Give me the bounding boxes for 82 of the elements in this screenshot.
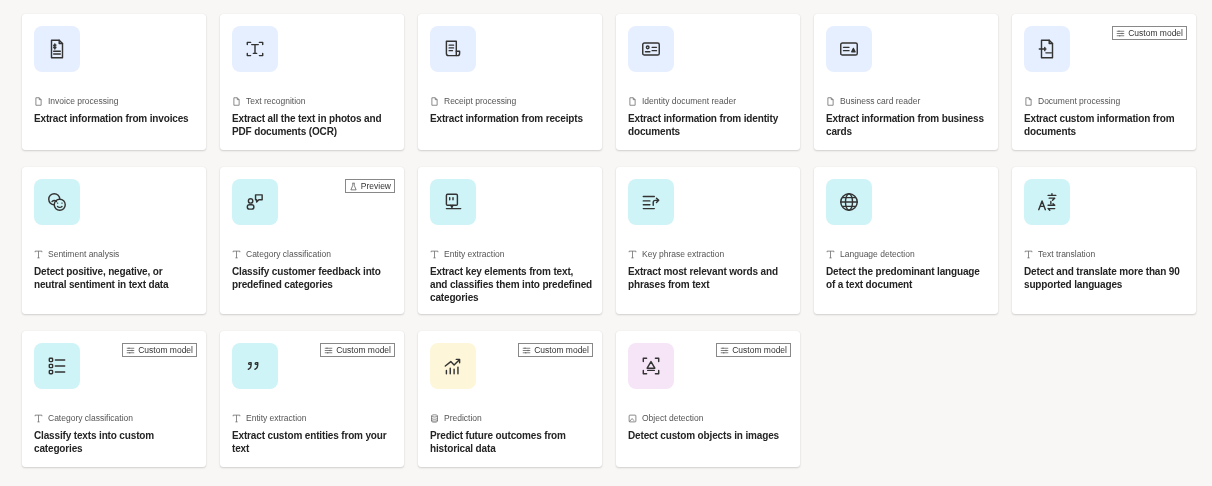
document-icon xyxy=(430,96,439,106)
badge-label: Preview xyxy=(360,181,391,191)
model-card[interactable]: Entity extraction Extract key elements from text, and classifies them into predefined categories xyxy=(418,167,602,314)
model-card[interactable]: Text recognition Extract all the text in photos and PDF documents (OCR) xyxy=(220,14,404,150)
document-icon xyxy=(232,96,241,106)
document-icon xyxy=(826,96,835,106)
card-description: Extract most relevant words and phrases from text xyxy=(628,265,779,291)
card-description: Detect the predominant language of a text document xyxy=(826,265,981,291)
text-icon xyxy=(430,249,439,259)
category-label: Category classification xyxy=(246,249,332,259)
model-card[interactable]: Preview Category classification Classify customer feedback into predefined categories xyxy=(220,167,404,314)
card-description: Extract key elements from text, and classifies them into predefined categories xyxy=(430,265,592,304)
text-icon xyxy=(34,249,43,259)
model-card[interactable]: Identity document reader Extract information from identity documents xyxy=(616,14,800,150)
text-icon xyxy=(34,413,43,423)
category-label: Entity extraction xyxy=(246,413,307,423)
category-label: Sentiment analysis xyxy=(48,249,120,259)
text-icon xyxy=(826,249,835,259)
badge-label: Custom model xyxy=(138,345,193,355)
model-card[interactable]: Custom model Entity extraction Extract custom entities from your text xyxy=(220,331,404,467)
category-label: Object detection xyxy=(642,413,704,423)
model-card[interactable]: Sentiment analysis Detect positive, negative, or neutral sentiment in text data xyxy=(22,167,206,314)
model-card[interactable]: Invoice processing Extract information from invoices xyxy=(22,14,206,150)
model-card[interactable]: Custom model Document processing Extract custom information from documents xyxy=(1012,14,1196,150)
card-description: Detect and translate more than 90 supported languages xyxy=(1024,265,1181,291)
category-label: Business card reader xyxy=(840,96,921,106)
model-card[interactable]: Custom model Category classification Classify texts into custom categories xyxy=(22,331,206,467)
text-icon xyxy=(628,249,637,259)
category-label: Entity extraction xyxy=(444,249,505,259)
model-card[interactable]: Receipt processing Extract information from receipts xyxy=(418,14,602,150)
model-card[interactable]: Custom model Prediction Predict future outcomes from historical data xyxy=(418,331,602,467)
sliders-icon xyxy=(522,345,532,355)
category-label: Text translation xyxy=(1038,249,1096,259)
category-label: Category classification xyxy=(48,413,134,423)
card-description: Extract information from invoices xyxy=(34,112,190,125)
card-description: Extract information from receipts xyxy=(430,112,584,125)
card-description: Extract all the text in photos and PDF documents (OCR) xyxy=(232,112,383,138)
sliders-icon xyxy=(1116,28,1126,38)
card-description: Extract information from identity documents xyxy=(628,112,780,138)
category-label: Identity document reader xyxy=(642,96,737,106)
badge-label: Custom model xyxy=(534,345,589,355)
document-icon xyxy=(628,96,637,106)
category-label: Key phrase extraction xyxy=(642,249,725,259)
category-label: Invoice processing xyxy=(48,96,119,106)
category-label: Language detection xyxy=(840,249,915,259)
person-chat-icon xyxy=(244,191,266,213)
card-description: Extract custom information from documents xyxy=(1024,112,1176,138)
model-card[interactable]: Business card reader Extract information from business cards xyxy=(814,14,998,150)
model-card[interactable]: Text translation Detect and translate more than 90 supported languages xyxy=(1012,167,1196,314)
category-label: Prediction xyxy=(444,413,482,423)
text-icon xyxy=(232,413,241,423)
sliders-icon xyxy=(324,345,334,355)
globe-icon xyxy=(838,191,860,213)
card-description: Detect positive, negative, or neutral sentiment in text data xyxy=(34,265,170,291)
card-description: Classify customer feedback into predefined categories xyxy=(232,265,382,291)
card-description: Extract custom entities from your text xyxy=(232,429,388,455)
sliders-icon xyxy=(720,345,730,355)
model-card[interactable]: Language detection Detect the predominant language of a text document xyxy=(814,167,998,314)
list-icon xyxy=(46,355,68,377)
badge-label: Custom model xyxy=(336,345,391,355)
sliders-icon xyxy=(126,345,136,355)
badge-label: Custom model xyxy=(732,345,787,355)
translate-icon xyxy=(1036,191,1058,213)
text-icon xyxy=(232,249,241,259)
text-icon xyxy=(1024,249,1033,259)
card-description: Predict future outcomes from historical data xyxy=(430,429,567,455)
image-icon xyxy=(628,413,637,423)
badge-label: Custom model xyxy=(1128,28,1183,38)
category-label: Receipt processing xyxy=(444,96,517,106)
card-description: Extract information from business cards xyxy=(826,112,985,138)
faces-icon xyxy=(46,191,68,213)
card-description: Detect custom objects in images xyxy=(628,429,780,442)
model-card[interactable]: Custom model Object detection Detect custom objects in images xyxy=(616,331,800,467)
document-icon xyxy=(34,96,43,106)
scan-icon xyxy=(640,355,662,377)
model-card[interactable]: Key phrase extraction Extract most relevant words and phrases from text xyxy=(616,167,800,314)
document-icon xyxy=(1024,96,1033,106)
category-label: Document processing xyxy=(1038,96,1121,106)
card-description: Classify texts into custom categories xyxy=(34,429,156,455)
flask-icon xyxy=(348,181,358,191)
database-icon xyxy=(430,413,439,423)
category-label: Text recognition xyxy=(246,96,306,106)
